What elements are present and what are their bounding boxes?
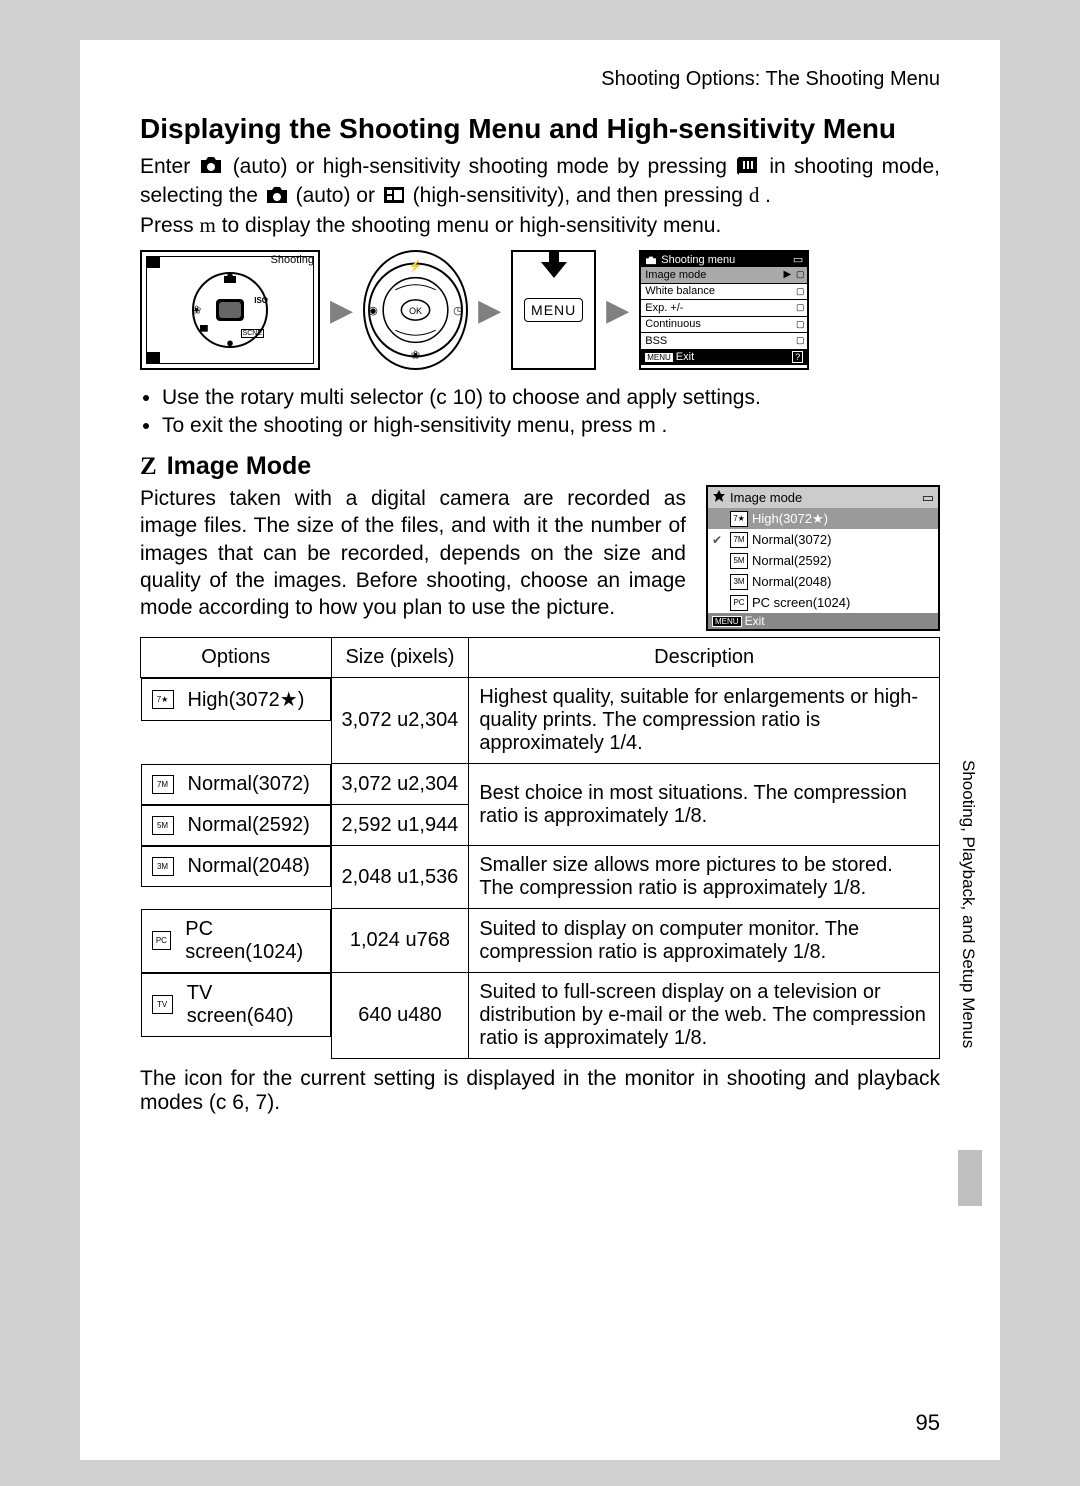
arrow-icon: ▶ (478, 293, 501, 328)
arrow-icon: ▶ (330, 293, 353, 328)
bullet-list: Use the rotary multi selector (c 10) to … (140, 386, 940, 438)
mode-dial-icon (735, 154, 761, 176)
page: Shooting Options: The Shooting Menu Disp… (80, 40, 1000, 1460)
menu-item: Exp. +/-▢ (641, 300, 807, 317)
svg-text:⚡: ⚡ (409, 259, 423, 273)
col-size: Size (pixels) (331, 638, 469, 678)
mode-dial: ❀ ISO SCNE ● ▀ (192, 272, 268, 348)
iso-icon (381, 184, 407, 206)
footer-note: The icon for the current setting is disp… (140, 1067, 940, 1115)
mode-icon: TV (152, 995, 173, 1014)
col-options: Options (141, 638, 332, 678)
dial-scene-icon: SCNE (241, 329, 264, 338)
heading-image-mode: Z Image Mode (140, 452, 940, 481)
bullet-item: Use the rotary multi selector (c 10) to … (162, 386, 940, 410)
svg-text:OK: OK (409, 306, 422, 316)
table-row: 7★High(3072★)3,072 u2,304Highest quality… (141, 678, 940, 764)
camera-icon (264, 184, 290, 206)
menu-item: BSS▢ (641, 333, 807, 350)
camera-icon (645, 255, 657, 265)
svg-text:◉: ◉ (368, 305, 378, 317)
menu-badge-icon: MENU (712, 616, 742, 627)
figure-shooting-menu-lcd: Shooting menu ▭ Image mode▶▢White balanc… (639, 250, 809, 370)
menu-item: 3MNormal(2048) (708, 571, 938, 592)
dial-bottom-icon: ● (226, 335, 234, 350)
menu-item: Continuous▢ (641, 317, 807, 334)
quality-icon (712, 489, 726, 506)
figure-multi-selector: OK ⚡ ❀ ◉ ◷ (363, 250, 468, 370)
svg-text:◷: ◷ (453, 305, 463, 317)
dial-left-icon: ❀ (192, 304, 201, 317)
menu-item: White balance▢ (641, 284, 807, 301)
dial-iso-icon: ISO (254, 296, 268, 305)
side-tab-marker (958, 1150, 982, 1206)
image-mode-table: Options Size (pixels) Description 7★High… (140, 637, 940, 1059)
table-row: TVTV screen(640)640 u480Suited to full-s… (141, 973, 940, 1059)
heading-main: Displaying the Shooting Menu and High-se… (140, 113, 940, 145)
dial-top-icon (223, 272, 237, 287)
side-tab-label: Shooting, Playback, and Setup Menus (958, 760, 978, 1048)
figure-menu-button: MENU (511, 250, 596, 370)
menu-button-label: MENU (524, 298, 583, 322)
table-row: PCPC screen(1024)1,024 u768Suited to dis… (141, 909, 940, 973)
figure-mode-dial: Shooting ❀ ISO SCNE ● ▀ (140, 250, 320, 370)
mode-icon: 5M (152, 816, 174, 835)
camera-icon (198, 154, 224, 176)
menu-item: 5MNormal(2592) (708, 550, 938, 571)
battery-icon: ▭ (922, 490, 934, 506)
intro-paragraph: Enter (auto) or high-sensitivity shootin… (140, 153, 940, 240)
menu-item: ✔7MNormal(3072) (708, 529, 938, 550)
mode-icon: 7★ (152, 690, 174, 709)
down-arrow-icon (539, 250, 569, 283)
menu-item: Image mode▶▢ (641, 267, 807, 284)
menu-item: 7★High(3072★) (708, 508, 938, 529)
help-icon: ? (792, 351, 803, 363)
table-row: 3MNormal(2048)2,048 u1,536Smaller size a… (141, 846, 940, 909)
dial-movie-icon: ▀ (200, 326, 208, 338)
col-description: Description (469, 638, 940, 678)
mode-icon: 3M (152, 857, 174, 876)
mode-icon: 7M (152, 775, 174, 794)
arrow-icon: ▶ (606, 293, 629, 328)
image-mode-lcd: Image mode ▭ 7★High(3072★)✔7MNormal(3072… (706, 485, 940, 631)
bullet-item: To exit the shooting or high-sensitivity… (162, 414, 940, 438)
image-mode-description: Pictures taken with a digital camera are… (140, 485, 686, 621)
mode-icon: PC (152, 931, 172, 950)
table-row: 7MNormal(3072)3,072 u2,304Best choice in… (141, 764, 940, 805)
figure-row: Shooting ❀ ISO SCNE ● ▀ ▶ (140, 250, 940, 370)
button-d-ref: d (749, 183, 760, 207)
button-m-ref: m (200, 213, 216, 237)
menu-badge-icon: MENU (645, 353, 673, 362)
menu-item: PCPC screen(1024) (708, 592, 938, 613)
page-number: 95 (916, 1410, 940, 1436)
breadcrumb: Shooting Options: The Shooting Menu (140, 68, 940, 91)
svg-text:❀: ❀ (411, 350, 420, 362)
